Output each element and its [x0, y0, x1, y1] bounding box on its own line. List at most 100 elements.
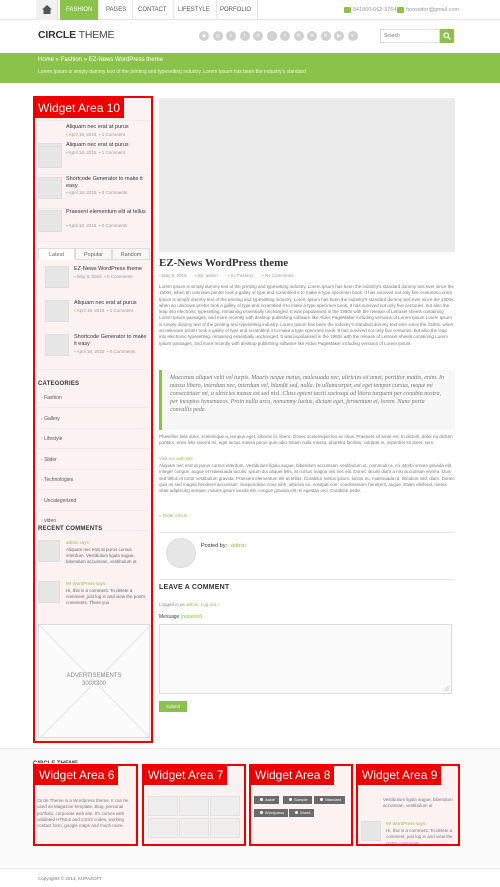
comment-form-heading: LEAVE A COMMENT: [159, 584, 230, 591]
nav-item-fashion[interactable]: Fashion: [60, 0, 100, 20]
tag-link[interactable]: Sample: [283, 796, 312, 804]
tab-post-title[interactable]: EZ-News WordPress theme: [74, 266, 148, 273]
recent-post-meta: ▪ April 18, 2015 ▪ 1 Comment: [66, 150, 126, 155]
post-thumbnail[interactable]: [45, 266, 69, 288]
tab-post-title[interactable]: Aliquam nec erat at purus: [74, 300, 148, 307]
nav-item-contact[interactable]: Contact: [132, 0, 174, 20]
post-author[interactable]: ▪ By: admin: [195, 273, 218, 278]
pinterest-icon[interactable]: p: [253, 31, 263, 41]
dribbble-icon[interactable]: ◌: [266, 31, 277, 41]
search-button[interactable]: [440, 29, 454, 43]
nav-item-pages[interactable]: Pages: [100, 0, 134, 20]
home-button[interactable]: [36, 0, 58, 20]
calendar-icon: ▪: [66, 132, 68, 137]
recent-post-title[interactable]: Aliquam nec erat at purus: [66, 142, 150, 149]
widget-area-6-label: Widget Area 6: [35, 765, 119, 785]
logged-in-notice: Logged in as admin. Log out »: [159, 602, 220, 607]
older-article-link[interactable]: « Older Article: [159, 513, 187, 518]
comment-icon: ▪: [104, 274, 106, 279]
post-thumbnail[interactable]: [38, 177, 62, 199]
tag-icon: [260, 811, 263, 815]
post-category[interactable]: ▪ In: Fashion: [228, 273, 253, 278]
category-item[interactable]: video: [38, 511, 150, 531]
gallery-thumbnail[interactable]: [148, 818, 178, 838]
tab-post-meta: ▪ May 8, 2015 ▪ 0 Comments: [74, 274, 133, 279]
recent-post-meta: ▪ April 18, 2015 ▪ 0 Comments: [66, 190, 128, 195]
home-icon: [42, 5, 52, 14]
vimeo-icon[interactable]: v: [347, 31, 358, 41]
twitter-icon[interactable]: t: [226, 31, 236, 41]
widget-area-10-label: Widget Area 10: [34, 98, 125, 118]
post-date: ▪ May 8, 2015: [159, 273, 187, 278]
category-item[interactable]: Slider: [38, 450, 150, 470]
submit-button[interactable]: Submit: [159, 701, 187, 712]
widget-area-7-label: Widget Area 7: [144, 765, 228, 785]
gallery-thumbnail[interactable]: [148, 796, 178, 816]
tag-icon: [320, 798, 323, 802]
breadcrumb[interactable]: Home » Fashion » EZ-News WordPress theme: [38, 57, 163, 63]
email-contact[interactable]: hooswfor@gmail.com: [397, 5, 459, 15]
comment-icon: ▪: [98, 150, 101, 155]
category-item[interactable]: Fashion: [38, 388, 150, 408]
user-icon: ▪: [195, 273, 197, 278]
tag-link[interactable]: Wordpress: [254, 809, 289, 817]
folder-icon: ▪: [228, 273, 230, 278]
instagram-icon[interactable]: ◘: [320, 31, 331, 41]
tab-post-meta: ▪ April 18, 2015 ▪ 0 Comments: [74, 349, 136, 354]
comment-icon: ▪: [98, 132, 101, 137]
post-paragraph: Lorem Ipsum is simply dummy text of the …: [159, 284, 455, 346]
logged-in-user-link[interactable]: admin: [186, 602, 198, 607]
recent-post-title[interactable]: Shortcode Generator to make it easy: [66, 176, 150, 190]
recent-post-title[interactable]: Aliquam nec erat at purus: [66, 124, 150, 131]
post-thumbnail[interactable]: [38, 210, 62, 232]
tab-post-meta: ▪ April 18, 2015 ▪ 1 Comment: [74, 308, 134, 313]
category-item[interactable]: Gallery: [38, 409, 150, 429]
site-logo[interactable]: CIRCLE THEME: [38, 29, 115, 41]
divider: [38, 241, 150, 242]
author-avatar: [166, 538, 196, 568]
category-item[interactable]: Uncategorized: [38, 491, 150, 511]
category-item[interactable]: Lifestyle: [38, 429, 150, 449]
post-title: EZ-News WordPress theme: [159, 257, 289, 269]
tag-link[interactable]: Aside: [254, 796, 280, 804]
gallery-thumbnail[interactable]: [210, 818, 240, 838]
calendar-icon: ▪: [74, 274, 76, 279]
nav-item-lifestyle[interactable]: Lifestyle: [172, 0, 217, 20]
author-link[interactable]: admin: [231, 543, 246, 549]
recent-post-meta: ▪ April 18, 2015 ▪ 1 Comment: [66, 132, 126, 137]
visit-website-link[interactable]: Visit our web site: [159, 456, 193, 461]
resize-handle-icon[interactable]: [443, 685, 449, 691]
phone-icon: [344, 6, 351, 13]
post-thumbnail[interactable]: [38, 146, 62, 168]
tag-link[interactable]: World: [289, 809, 315, 817]
gallery-thumbnail[interactable]: [179, 818, 209, 838]
youtube-icon[interactable]: ▶: [334, 31, 344, 41]
tag-icon: [295, 811, 298, 815]
tab-post-title[interactable]: Shortcode Generator to make it easy: [74, 334, 148, 348]
post-paragraph: Aliquam nec erat at purus cursus interdu…: [159, 463, 455, 494]
rss-icon[interactable]: ◉: [199, 31, 209, 41]
tumblr-icon[interactable]: t: [280, 31, 290, 41]
nav-item-porfolio[interactable]: Porfolio: [214, 0, 259, 20]
search-input[interactable]: [380, 29, 440, 43]
category-item[interactable]: Technologies: [38, 470, 150, 490]
tag-link[interactable]: Standard: [314, 796, 346, 804]
comment-icon: ▪: [106, 349, 109, 354]
posted-by: Posted by: admin: [201, 543, 246, 549]
comment-icon: ▪: [98, 223, 101, 228]
gallery-thumbnail[interactable]: [210, 796, 240, 816]
divider: [38, 369, 150, 370]
post-thumbnail[interactable]: [45, 300, 69, 322]
logout-link[interactable]: Log out »: [201, 602, 220, 607]
recent-post-title[interactable]: Praesent elementum elit at tellus: [66, 209, 150, 216]
gallery-thumbnail[interactable]: [179, 796, 209, 816]
linkedin-icon[interactable]: in: [293, 31, 304, 41]
google-plus-icon[interactable]: g: [212, 31, 223, 41]
post-comments-count[interactable]: ▪ No Comments: [262, 273, 294, 278]
flickr-icon[interactable]: ●: [307, 31, 317, 41]
banner-tagline: Lorem Ipsum is simply dummy text of the …: [38, 69, 306, 75]
tag-icon: [260, 798, 263, 802]
facebook-icon[interactable]: f: [239, 31, 250, 41]
message-textarea[interactable]: [159, 624, 452, 694]
post-thumbnail[interactable]: [45, 334, 69, 356]
